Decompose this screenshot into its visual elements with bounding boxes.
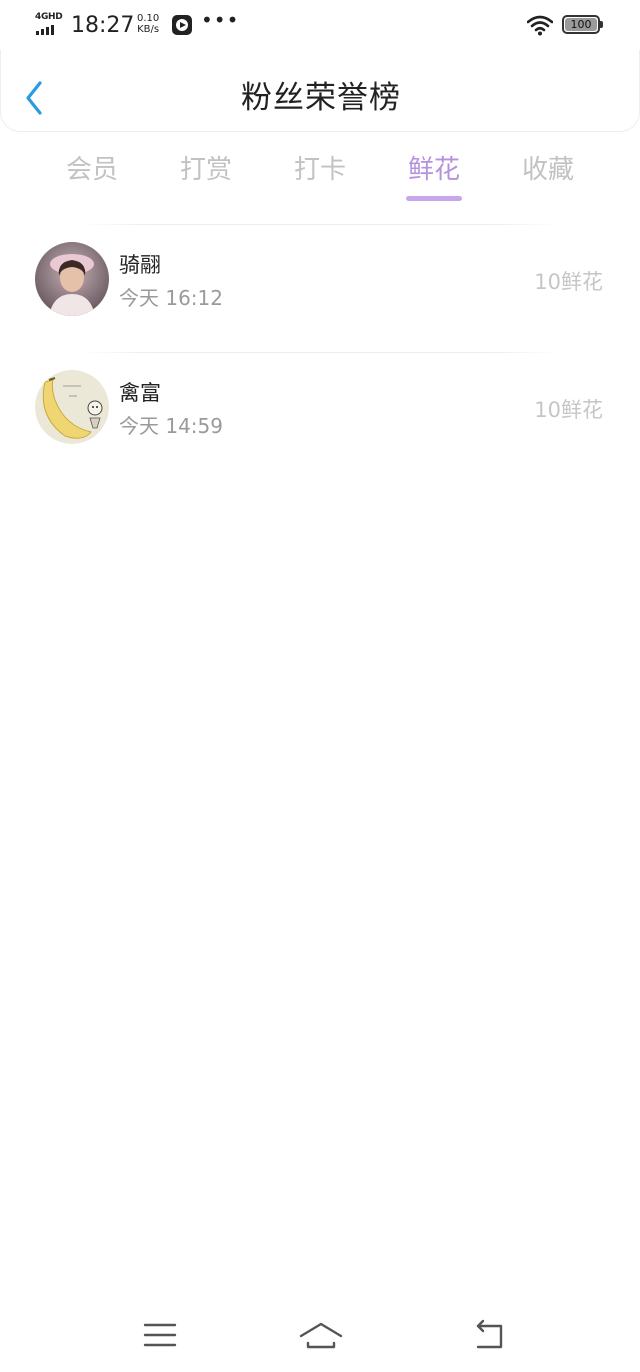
battery-level: 100 bbox=[565, 18, 597, 31]
signal-icon bbox=[36, 25, 54, 35]
avatar-image bbox=[35, 242, 109, 316]
header: 粉丝荣誉榜 bbox=[0, 50, 640, 132]
tab-bar: 会员 打赏 打卡 鲜花 收藏 bbox=[35, 148, 605, 208]
flower-count: 10鲜花 bbox=[534, 270, 603, 294]
more-notifications-icon: ••• bbox=[201, 8, 240, 32]
avatar[interactable] bbox=[35, 370, 109, 444]
screen: 4GHD 18:27 0.10 KB/s ••• 100 粉丝荣誉榜 会员 打赏… bbox=[0, 0, 640, 1372]
tab-reward[interactable]: 打赏 bbox=[149, 148, 263, 208]
menu-icon[interactable] bbox=[140, 1318, 180, 1352]
tab-favorites[interactable]: 收藏 bbox=[491, 148, 605, 208]
tab-label: 打卡 bbox=[293, 155, 346, 185]
tab-label: 鲜花 bbox=[407, 155, 460, 185]
list-item[interactable]: 骑翮 今天 16:12 10鲜花 bbox=[0, 225, 640, 352]
fan-name: 骑翮 bbox=[119, 253, 161, 277]
tab-label: 收藏 bbox=[521, 155, 574, 185]
wifi-icon bbox=[527, 15, 553, 36]
speed-unit: KB/s bbox=[137, 24, 160, 35]
tab-member[interactable]: 会员 bbox=[35, 148, 149, 208]
system-nav-bar bbox=[0, 1300, 640, 1372]
battery-icon: 100 bbox=[562, 15, 603, 34]
media-play-icon bbox=[172, 15, 192, 35]
list-item[interactable]: 禽富 今天 14:59 10鲜花 bbox=[0, 353, 640, 480]
fan-time: 今天 14:59 bbox=[119, 414, 223, 438]
speed-value: 0.10 bbox=[137, 13, 160, 24]
tab-label: 会员 bbox=[65, 155, 118, 185]
page-title: 粉丝荣誉榜 bbox=[241, 80, 401, 116]
tab-checkin[interactable]: 打卡 bbox=[263, 148, 377, 208]
avatar[interactable] bbox=[35, 242, 109, 316]
fan-list: 骑翮 今天 16:12 10鲜花 禽富 今天 14:59 10鲜花 bbox=[0, 224, 640, 480]
tab-label: 打赏 bbox=[179, 155, 232, 185]
flower-count: 10鲜花 bbox=[534, 398, 603, 422]
network-type: 4GHD bbox=[35, 12, 63, 22]
fan-time: 今天 16:12 bbox=[119, 286, 223, 310]
status-bar: 4GHD 18:27 0.10 KB/s ••• 100 bbox=[0, 0, 640, 50]
active-tab-indicator bbox=[406, 196, 462, 201]
home-icon[interactable] bbox=[298, 1318, 344, 1352]
status-time: 18:27 bbox=[71, 13, 135, 38]
tab-flowers[interactable]: 鲜花 bbox=[377, 148, 491, 208]
fan-name: 禽富 bbox=[119, 381, 161, 405]
back-nav-icon[interactable] bbox=[470, 1318, 510, 1352]
network-speed: 0.10 KB/s bbox=[137, 13, 159, 35]
avatar-image bbox=[35, 370, 109, 444]
